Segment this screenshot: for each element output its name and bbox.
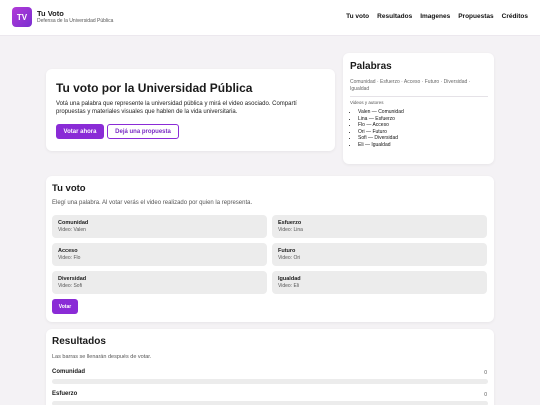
word-tags: Comunidad · Esfuerzo · Acceso · Futuro ·… [350,79,471,92]
vote-option-igualdad[interactable]: Igualdad Video: Eli [272,271,487,294]
results-card: Resultados Las barras se llenarán despué… [46,329,494,405]
words-title: Palabras [350,61,392,72]
hero-title: Tu voto por la Universidad Pública [56,81,253,95]
result-bar [52,401,488,405]
option-video: Video: Valen [58,227,86,233]
option-video: Video: Lina [278,227,303,233]
vote-now-button[interactable]: Votar ahora [56,124,104,139]
vote-option-futuro[interactable]: Futuro Video: Ori [272,243,487,266]
result-label: Comunidad [52,369,85,375]
vote-title: Tu voto [52,183,86,194]
option-video: Video: Flo [58,255,81,261]
leave-proposal-button[interactable]: Dejá una propuesta [107,124,179,139]
vote-intro: Elegí una palabra. Al votar verás el vid… [52,200,253,206]
option-word: Comunidad [58,220,89,226]
list-item: Eli — Igualdad [358,142,404,149]
result-count: 0 [484,392,487,398]
authors-list: Valen — Comunidad Lina — Esfuerzo Flo — … [358,109,404,148]
hero-text: Votá una palabra que represente la unive… [56,101,297,115]
list-item: Sofi — Diversidad [358,135,404,142]
vote-option-comunidad[interactable]: Comunidad Video: Valen [52,215,267,238]
option-video: Video: Ori [278,255,301,261]
app-subtitle: Defensa de la Universidad Pública [37,18,114,24]
option-video: Video: Sofi [58,283,83,289]
app-logo[interactable]: TV [12,7,32,27]
nav-imagenes[interactable]: Imagenes [420,13,450,20]
vote-option-acceso[interactable]: Acceso Video: Flo [52,243,267,266]
option-word: Esfuerzo [278,220,302,226]
option-word: Igualdad [278,276,301,282]
vote-option-diversidad[interactable]: Diversidad Video: Sofi [52,271,267,294]
result-count: 0 [484,370,487,376]
vote-card: Tu voto Elegí una palabra. Al votar verá… [46,176,494,322]
words-panel: Palabras Comunidad · Esfuerzo · Acceso ·… [343,53,494,164]
submit-vote-button[interactable]: Votar [52,299,78,314]
results-title: Resultados [52,336,106,347]
result-bar [52,379,488,384]
result-label: Esfuerzo [52,391,78,397]
option-word: Diversidad [58,276,87,282]
option-word: Acceso [58,248,78,254]
results-note: Las barras se llenarán después de votar. [52,354,152,360]
nav-propuestas[interactable]: Propuestas [458,13,493,20]
top-header: TV Tu Voto Defensa de la Universidad Púb… [0,0,540,36]
nav-creditos[interactable]: Créditos [502,13,528,20]
divider [350,96,488,97]
vote-option-esfuerzo[interactable]: Esfuerzo Video: Lina [272,215,487,238]
nav-resultados[interactable]: Resultados [377,13,412,20]
main-nav: Tu voto Resultados Imagenes Propuestas C… [346,13,528,20]
authors-subheading: Videos y autores [350,100,384,105]
list-item: Valen — Comunidad [358,109,404,116]
app-title: Tu Voto [37,9,64,18]
option-word: Futuro [278,248,296,254]
option-video: Video: Eli [278,283,300,289]
nav-tu-voto[interactable]: Tu voto [346,13,369,20]
hero-card: Tu voto por la Universidad Pública Votá … [46,69,335,151]
